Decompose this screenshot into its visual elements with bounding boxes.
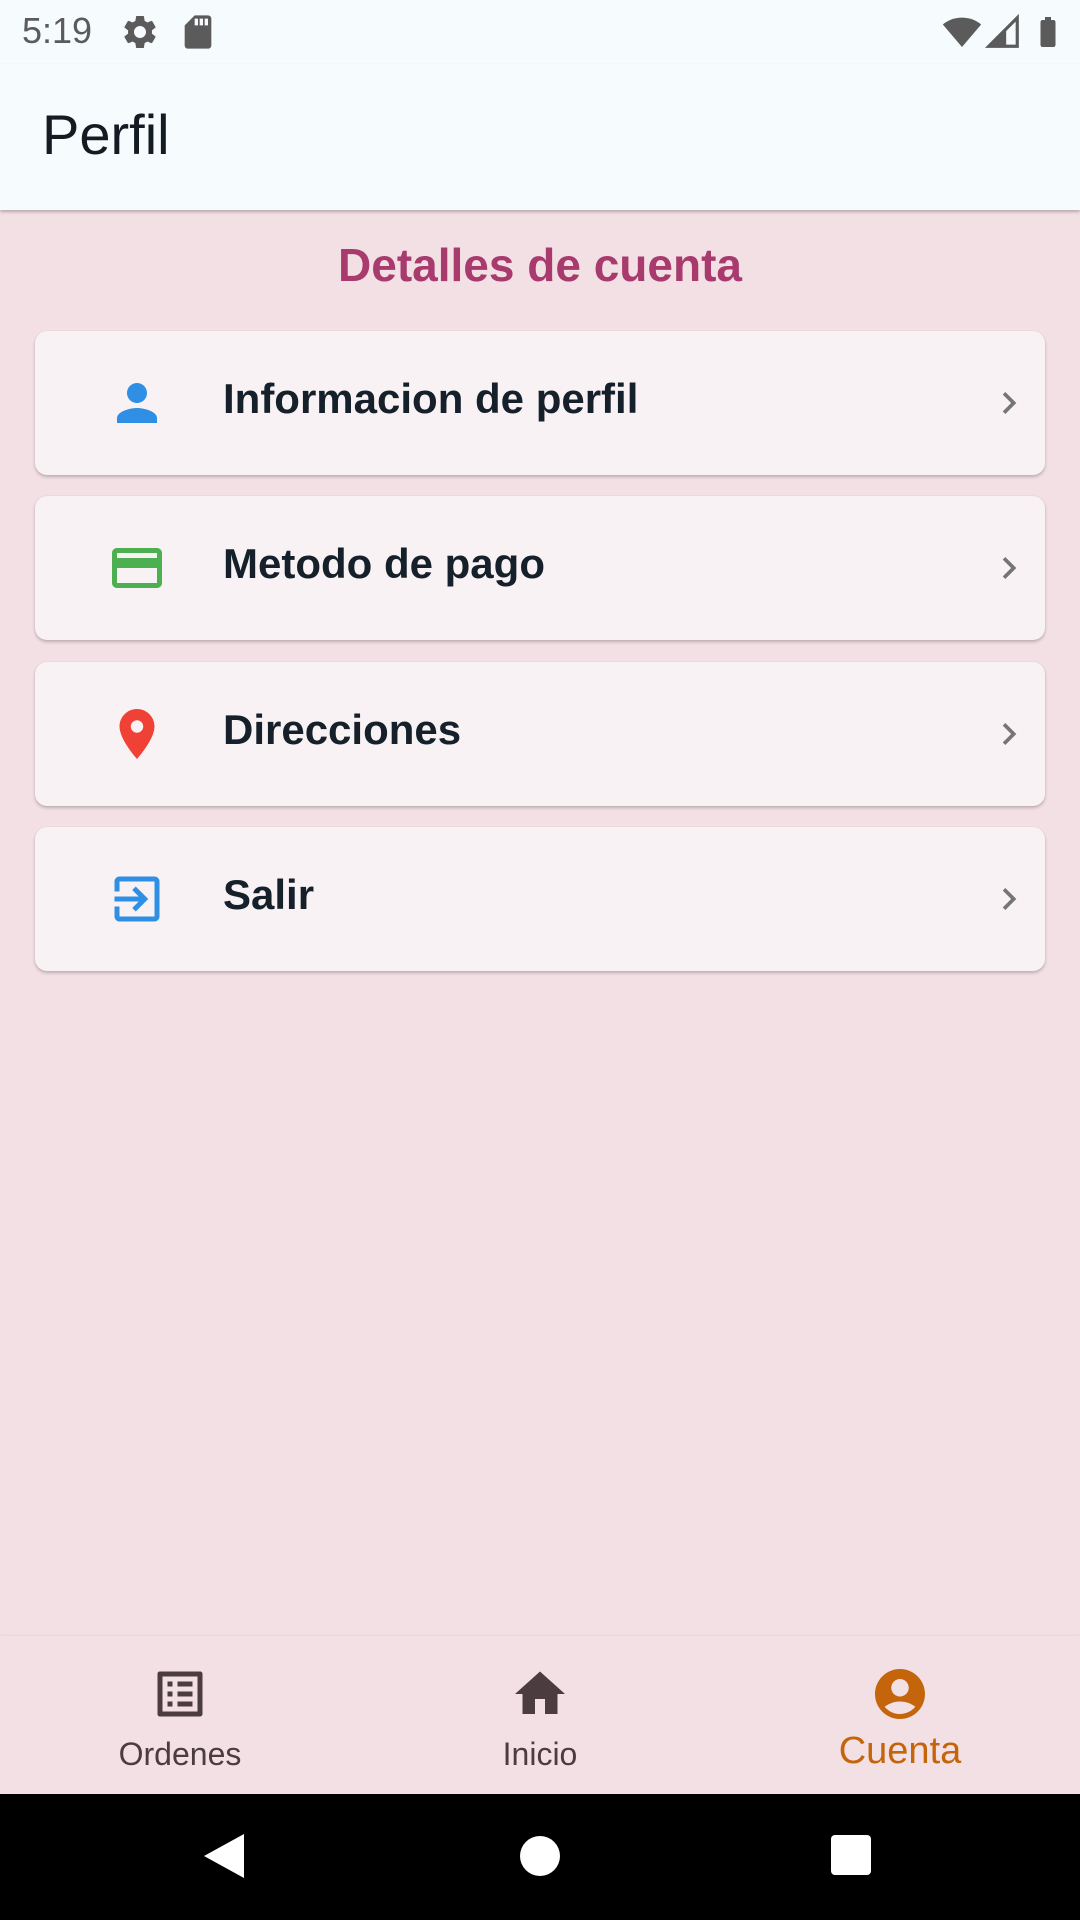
- menu-item-addresses[interactable]: Direcciones: [35, 662, 1045, 806]
- battery-icon: [1040, 17, 1056, 47]
- menu-item-label: Metodo de pago: [223, 540, 545, 587]
- nav-label: Inicio: [502, 1736, 578, 1772]
- logout-icon: [114, 876, 160, 922]
- settings-icon: [124, 15, 156, 48]
- chevron-right-icon: [1002, 723, 1017, 745]
- list-icon: [157, 1671, 203, 1717]
- nav-item-account[interactable]: Cuenta: [720, 1636, 1080, 1794]
- location-pin-icon: [119, 709, 155, 759]
- status-bar: 5:19: [0, 0, 1080, 64]
- system-navigation-bar: [0, 1794, 1080, 1920]
- bottom-navigation: Ordenes Inicio Cuenta: [0, 1636, 1080, 1794]
- menu-item-label: Informacion de perfil: [223, 375, 639, 422]
- home-circle-icon[interactable]: [518, 1834, 562, 1878]
- menu-item-profile-info[interactable]: Informacion de perfil: [35, 331, 1045, 475]
- recents-icon[interactable]: [830, 1834, 872, 1876]
- chevron-right-icon: [1002, 557, 1017, 579]
- home-icon: [515, 1671, 565, 1714]
- account-circle-icon: [875, 1669, 925, 1719]
- nav-item-home[interactable]: Inicio: [360, 1636, 720, 1794]
- section-title: Detalles de cuenta: [338, 239, 742, 291]
- back-icon[interactable]: [200, 1830, 248, 1882]
- cell-signal-icon: [984, 13, 1019, 48]
- app-bar: Perfil: [0, 64, 1080, 210]
- menu-item-payment-method[interactable]: Metodo de pago: [35, 496, 1045, 640]
- nav-label: Ordenes: [118, 1736, 242, 1772]
- status-time: 5:19: [22, 10, 93, 51]
- menu-item-label: Salir: [223, 871, 315, 918]
- credit-card-icon: [112, 548, 162, 588]
- person-icon: [117, 383, 157, 423]
- nav-label: Cuenta: [838, 1730, 962, 1772]
- page-title: Perfil: [42, 103, 170, 166]
- menu-item-logout[interactable]: Salir: [35, 827, 1045, 971]
- menu-item-label: Direcciones: [223, 706, 462, 753]
- wifi-icon: [942, 17, 982, 47]
- chevron-right-icon: [1002, 392, 1017, 414]
- chevron-right-icon: [1002, 888, 1017, 910]
- sd-card-icon: [184, 15, 212, 49]
- nav-item-orders[interactable]: Ordenes: [0, 1636, 360, 1794]
- screen: 5:19 Perfil Detalles de cuenta Informaci…: [0, 0, 1080, 1920]
